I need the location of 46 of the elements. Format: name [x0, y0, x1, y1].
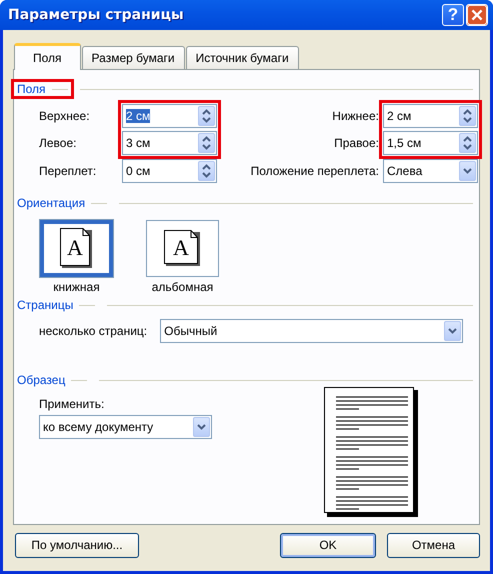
- spin-field[interactable]: 3 см: [122, 131, 217, 155]
- spin-field[interactable]: 2 см: [383, 104, 478, 128]
- spin-buttons[interactable]: [198, 161, 215, 181]
- section-heading: Поля: [17, 82, 46, 96]
- dialog-button[interactable]: OK: [280, 532, 376, 558]
- field-label: Левое:: [39, 135, 78, 152]
- orientation-option[interactable]: A: [40, 220, 113, 277]
- dialog-button[interactable]: По умолчанию...: [15, 532, 139, 558]
- dropdown-button[interactable]: [193, 417, 210, 437]
- dropdown-button[interactable]: [459, 161, 476, 181]
- dropdown[interactable]: Слева: [383, 159, 478, 183]
- spin-buttons[interactable]: [198, 133, 215, 153]
- dropdown-button[interactable]: [444, 321, 462, 341]
- spin-field[interactable]: 1,5 см: [383, 131, 478, 155]
- dialog-button[interactable]: Отмена: [387, 532, 480, 558]
- field-label: Правое:: [333, 135, 379, 152]
- field-label: Нижнее:: [331, 108, 379, 125]
- field-label: несколько страниц:: [39, 323, 148, 340]
- tab[interactable]: Источник бумаги: [186, 46, 299, 69]
- option-label: альбомная: [152, 280, 214, 294]
- spin-buttons[interactable]: [198, 106, 215, 126]
- page-icon: A: [60, 228, 93, 269]
- section-heading: Образец: [17, 373, 66, 387]
- close-icon[interactable]: [466, 4, 488, 26]
- window-title: Параметры страницы: [8, 7, 185, 23]
- field-label: Верхнее:: [39, 108, 91, 125]
- field-label: Переплет:: [39, 163, 98, 180]
- option-label: книжная: [53, 280, 100, 294]
- tab[interactable]: Поля: [14, 43, 81, 70]
- dropdown[interactable]: Обычный: [160, 319, 464, 343]
- chevron-down-icon: [448, 328, 458, 334]
- field-label: Применить:: [39, 397, 106, 411]
- tab[interactable]: Размер бумаги: [82, 46, 185, 69]
- spin-field[interactable]: 2 см: [122, 104, 217, 128]
- section-heading: Ориентация: [17, 196, 86, 210]
- orientation-option[interactable]: A: [146, 220, 219, 277]
- section-heading: Страницы: [17, 298, 74, 312]
- help-button[interactable]: ?: [442, 4, 464, 26]
- field-label: Положение переплета:: [250, 163, 379, 180]
- chevron-down-icon: [463, 168, 472, 174]
- chevron-down-icon: [197, 424, 206, 430]
- dropdown[interactable]: ко всему документу: [39, 415, 212, 439]
- spin-field[interactable]: 0 см: [122, 159, 217, 183]
- page-icon: A: [164, 230, 201, 267]
- spin-buttons[interactable]: [459, 133, 476, 153]
- spin-buttons[interactable]: [459, 106, 476, 126]
